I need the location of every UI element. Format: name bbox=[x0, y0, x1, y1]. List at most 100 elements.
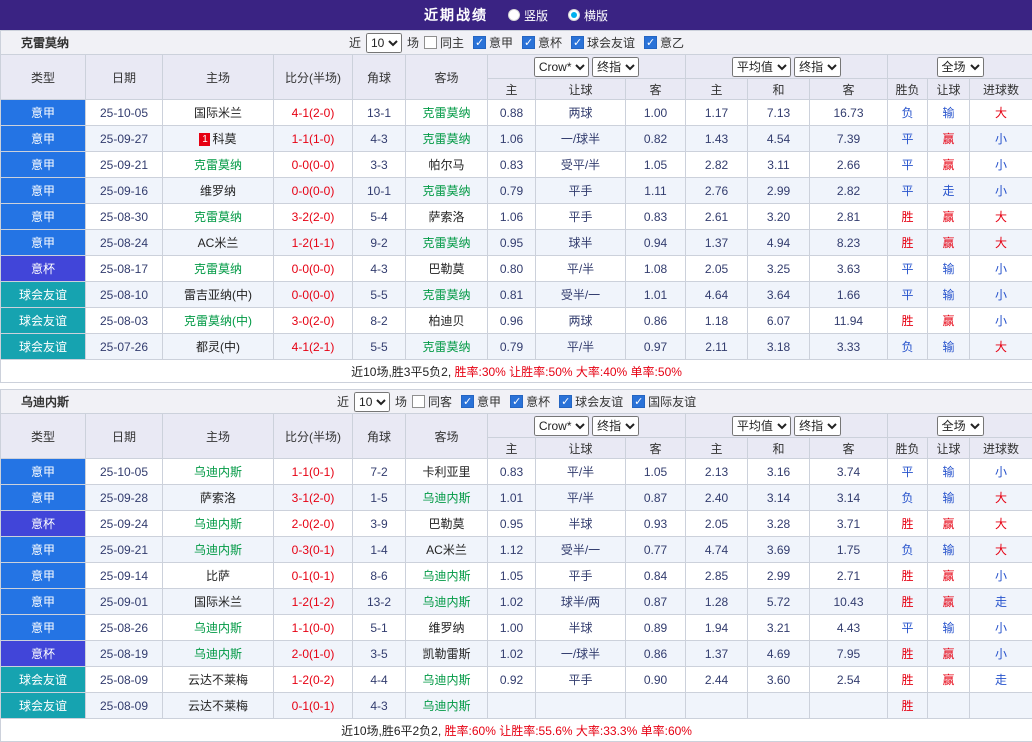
score-cell[interactable]: 1-2(1-1) bbox=[274, 230, 353, 256]
away-team-name[interactable]: 克雷莫纳 bbox=[422, 132, 470, 146]
home-team-cell[interactable]: 克雷莫纳 bbox=[163, 256, 274, 282]
home-team-name[interactable]: AC米兰 bbox=[198, 236, 239, 250]
score-cell[interactable]: 3-1(2-0) bbox=[274, 485, 353, 511]
home-team-name[interactable]: 乌迪内斯 bbox=[194, 647, 242, 661]
home-team-name[interactable]: 科莫 bbox=[212, 132, 236, 146]
away-team-name[interactable]: 巴勒莫 bbox=[428, 262, 464, 276]
away-team-cell[interactable]: 卡利亚里 bbox=[406, 459, 488, 485]
away-team-cell[interactable]: 乌迪内斯 bbox=[406, 667, 488, 693]
away-team-cell[interactable]: 柏迪贝 bbox=[406, 308, 488, 334]
filter-checkbox[interactable]: 意杯 bbox=[510, 393, 550, 410]
home-team-cell[interactable]: 乌迪内斯 bbox=[163, 537, 274, 563]
filter-checkbox[interactable]: 球会友谊 bbox=[559, 393, 623, 410]
away-team-cell[interactable]: 克雷莫纳 bbox=[406, 230, 488, 256]
checkbox-icon[interactable] bbox=[632, 395, 645, 408]
checkbox-icon[interactable] bbox=[510, 395, 523, 408]
home-team-cell[interactable]: AC米兰 bbox=[163, 230, 274, 256]
score-cell[interactable]: 2-0(1-0) bbox=[274, 641, 353, 667]
away-team-name[interactable]: 乌迪内斯 bbox=[422, 491, 470, 505]
home-team-name[interactable]: 乌迪内斯 bbox=[194, 517, 242, 531]
home-team-name[interactable]: 乌迪内斯 bbox=[194, 543, 242, 557]
away-team-name[interactable]: 卡利亚里 bbox=[422, 465, 470, 479]
score-cell[interactable]: 1-1(1-0) bbox=[274, 126, 353, 152]
score-cell[interactable]: 1-2(0-2) bbox=[274, 667, 353, 693]
home-team-cell[interactable]: 国际米兰 bbox=[163, 589, 274, 615]
home-team-name[interactable]: 克雷莫纳 bbox=[194, 210, 242, 224]
away-team-name[interactable]: 克雷莫纳 bbox=[422, 340, 470, 354]
filter-checkbox[interactable]: 国际友谊 bbox=[632, 393, 696, 410]
filter-checkbox[interactable]: 球会友谊 bbox=[571, 34, 635, 51]
home-team-name[interactable]: 国际米兰 bbox=[194, 106, 242, 120]
score-cell[interactable]: 1-1(0-0) bbox=[274, 615, 353, 641]
checkbox-icon[interactable] bbox=[412, 395, 425, 408]
home-team-cell[interactable]: 乌迪内斯 bbox=[163, 641, 274, 667]
bookmaker-select[interactable]: Crow* bbox=[534, 57, 589, 77]
home-team-cell[interactable]: 云达不莱梅 bbox=[163, 667, 274, 693]
score-cell[interactable]: 4-1(2-0) bbox=[274, 100, 353, 126]
away-team-name[interactable]: 乌迪内斯 bbox=[422, 699, 470, 713]
radio-icon-horizontal[interactable] bbox=[568, 9, 580, 21]
home-team-cell[interactable]: 克雷莫纳 bbox=[163, 152, 274, 178]
away-team-cell[interactable]: 克雷莫纳 bbox=[406, 282, 488, 308]
home-team-name[interactable]: 乌迪内斯 bbox=[194, 621, 242, 635]
home-team-cell[interactable]: 维罗纳 bbox=[163, 178, 274, 204]
away-team-name[interactable]: 乌迪内斯 bbox=[422, 595, 470, 609]
score-cell[interactable]: 0-0(0-0) bbox=[274, 256, 353, 282]
away-team-cell[interactable]: 乌迪内斯 bbox=[406, 563, 488, 589]
scope-select[interactable]: 全场 bbox=[937, 416, 984, 436]
home-team-cell[interactable]: 雷吉亚纳(中) bbox=[163, 282, 274, 308]
filter-checkbox[interactable]: 意甲 bbox=[473, 34, 513, 51]
away-team-cell[interactable]: 乌迪内斯 bbox=[406, 693, 488, 719]
away-team-cell[interactable]: AC米兰 bbox=[406, 537, 488, 563]
bookmaker-select[interactable]: Crow* bbox=[534, 416, 589, 436]
score-cell[interactable]: 1-2(1-2) bbox=[274, 589, 353, 615]
odds-mode-select[interactable]: 终指 bbox=[592, 416, 639, 436]
away-team-name[interactable]: AC米兰 bbox=[426, 543, 467, 557]
home-team-name[interactable]: 克雷莫纳 bbox=[194, 158, 242, 172]
filter-checkbox[interactable]: 意乙 bbox=[644, 34, 684, 51]
average-mode-select[interactable]: 终指 bbox=[794, 57, 841, 77]
away-team-cell[interactable]: 萨索洛 bbox=[406, 204, 488, 230]
away-team-name[interactable]: 克雷莫纳 bbox=[422, 236, 470, 250]
scope-select[interactable]: 全场 bbox=[937, 57, 984, 77]
away-team-cell[interactable]: 巴勒莫 bbox=[406, 256, 488, 282]
home-team-cell[interactable]: 乌迪内斯 bbox=[163, 615, 274, 641]
away-team-cell[interactable]: 乌迪内斯 bbox=[406, 485, 488, 511]
home-team-cell[interactable]: 克雷莫纳 bbox=[163, 204, 274, 230]
filter-checkbox[interactable]: 意甲 bbox=[461, 393, 501, 410]
score-cell[interactable]: 3-2(2-0) bbox=[274, 204, 353, 230]
home-team-name[interactable]: 都灵(中) bbox=[196, 340, 240, 354]
radio-icon-vertical[interactable] bbox=[508, 9, 520, 21]
score-cell[interactable]: 0-0(0-0) bbox=[274, 178, 353, 204]
away-team-cell[interactable]: 乌迪内斯 bbox=[406, 589, 488, 615]
score-cell[interactable]: 0-3(0-1) bbox=[274, 537, 353, 563]
odds-mode-select[interactable]: 终指 bbox=[592, 57, 639, 77]
checkbox-icon[interactable] bbox=[571, 36, 584, 49]
away-team-name[interactable]: 维罗纳 bbox=[428, 621, 464, 635]
away-team-name[interactable]: 帕尔马 bbox=[428, 158, 464, 172]
checkbox-icon[interactable] bbox=[559, 395, 572, 408]
checkbox-icon[interactable] bbox=[473, 36, 486, 49]
home-team-name[interactable]: 克雷莫纳(中) bbox=[184, 314, 252, 328]
home-team-name[interactable]: 云达不莱梅 bbox=[188, 673, 248, 687]
layout-radio-vertical[interactable]: 竖版 bbox=[508, 7, 548, 24]
home-team-cell[interactable]: 比萨 bbox=[163, 563, 274, 589]
away-team-name[interactable]: 凯勒雷斯 bbox=[422, 647, 470, 661]
checkbox-icon[interactable] bbox=[461, 395, 474, 408]
away-team-name[interactable]: 巴勒莫 bbox=[428, 517, 464, 531]
score-cell[interactable]: 0-0(0-0) bbox=[274, 282, 353, 308]
home-team-name[interactable]: 国际米兰 bbox=[194, 595, 242, 609]
home-team-cell[interactable]: 乌迪内斯 bbox=[163, 511, 274, 537]
layout-radio-horizontal[interactable]: 横版 bbox=[568, 7, 608, 24]
away-team-name[interactable]: 克雷莫纳 bbox=[422, 288, 470, 302]
match-count-select[interactable]: 10 bbox=[366, 33, 402, 53]
home-team-name[interactable]: 维罗纳 bbox=[200, 184, 236, 198]
away-team-name[interactable]: 克雷莫纳 bbox=[422, 184, 470, 198]
filter-checkbox[interactable]: 意杯 bbox=[522, 34, 562, 51]
score-cell[interactable]: 0-0(0-0) bbox=[274, 152, 353, 178]
away-team-name[interactable]: 柏迪贝 bbox=[428, 314, 464, 328]
away-team-cell[interactable]: 克雷莫纳 bbox=[406, 334, 488, 360]
away-team-cell[interactable]: 巴勒莫 bbox=[406, 511, 488, 537]
away-team-cell[interactable]: 帕尔马 bbox=[406, 152, 488, 178]
checkbox-icon[interactable] bbox=[522, 36, 535, 49]
